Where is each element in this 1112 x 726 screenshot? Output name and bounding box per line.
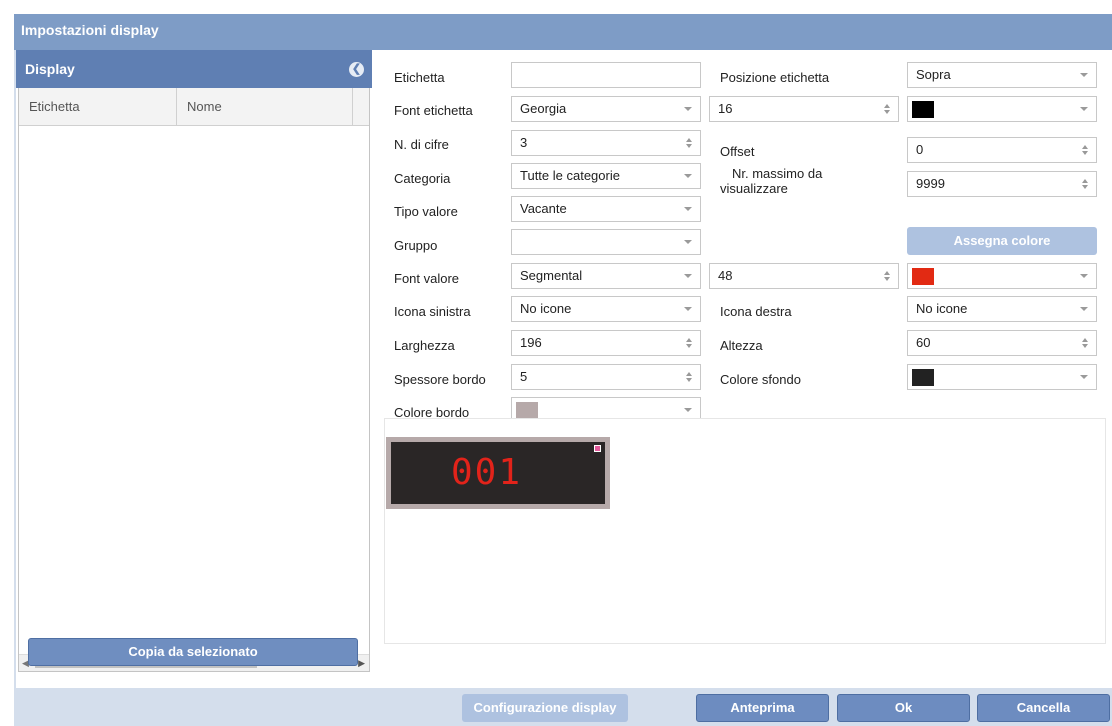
larghezza-stepper[interactable]: 196 (511, 330, 701, 356)
categoria-value: Tutte le categorie (520, 168, 620, 183)
font-etichetta-value: Georgia (520, 101, 567, 116)
spessore-bordo-label: Spessore bordo (394, 372, 486, 387)
categoria-dropdown[interactable]: Tutte le categorie (511, 163, 701, 189)
collapse-panel-icon[interactable]: ❮ (349, 62, 364, 77)
display-panel-title: Display (25, 61, 75, 77)
nr-massimo-label: Nr. massimo da visualizzare (720, 166, 822, 196)
preview-digits: 001 (451, 452, 523, 493)
font-valore-value: Segmental (520, 268, 583, 283)
altezza-label: Altezza (720, 338, 763, 353)
stepper-up-icon[interactable] (686, 372, 692, 376)
preview-button[interactable]: Anteprima (696, 694, 829, 722)
font-etichetta-size-stepper[interactable]: 16 (709, 96, 899, 122)
n-cifre-value: 3 (520, 135, 528, 150)
grid-header: Etichetta Nome (19, 88, 369, 126)
categoria-label: Categoria (394, 171, 451, 186)
icona-destra-value: No icone (916, 301, 968, 316)
larghezza-label: Larghezza (394, 338, 455, 353)
font-etichetta-label: Font etichetta (394, 103, 473, 118)
tipo-valore-value: Vacante (520, 201, 567, 216)
stepper-down-icon[interactable] (686, 144, 692, 148)
font-etichetta-size-value: 16 (718, 101, 733, 116)
stepper-up-icon[interactable] (884, 271, 890, 275)
window-title: Impostazioni display (14, 14, 1112, 50)
altezza-stepper[interactable]: 60 (907, 330, 1097, 356)
posizione-etichetta-dropdown[interactable]: Sopra (907, 62, 1097, 88)
nr-massimo-label-line2: visualizzare (720, 181, 788, 196)
colore-sfondo-label: Colore sfondo (720, 372, 801, 387)
altezza-value: 60 (916, 335, 931, 350)
stepper-down-icon[interactable] (884, 110, 890, 114)
scroll-right-icon[interactable]: ▶ (358, 658, 365, 669)
spessore-bordo-value: 5 (520, 369, 528, 384)
tipo-valore-label: Tipo valore (394, 204, 458, 219)
display-config-button[interactable]: Configurazione display (462, 694, 628, 722)
column-header-nome[interactable]: Nome (177, 88, 353, 126)
copy-from-selected-button[interactable]: Copia da selezionato (28, 638, 358, 666)
nr-massimo-value: 9999 (916, 176, 945, 191)
font-valore-label: Font valore (394, 271, 460, 286)
icona-destra-label: Icona destra (720, 304, 792, 319)
offset-stepper[interactable]: 0 (907, 137, 1097, 163)
settings-window: Impostazioni display Display ❮ Etichetta… (14, 14, 1112, 726)
display-grid: Etichetta Nome ◀ ▶ (18, 88, 370, 672)
etichetta-label: Etichetta (394, 70, 445, 85)
tipo-valore-dropdown[interactable]: Vacante (511, 196, 701, 222)
posizione-etichetta-label: Posizione etichetta (720, 70, 830, 85)
offset-value: 0 (916, 142, 924, 157)
display-list-panel: Display ❮ Etichetta Nome ◀ ▶ Copia da se… (16, 50, 372, 688)
stepper-up-icon[interactable] (686, 138, 692, 142)
display-preview: 001 (384, 418, 1106, 644)
spessore-bordo-stepper[interactable]: 5 (511, 364, 701, 390)
stepper-down-icon[interactable] (1082, 344, 1088, 348)
cancel-button[interactable]: Cancella (977, 694, 1110, 722)
stepper-up-icon[interactable] (1082, 338, 1088, 342)
column-header-etichetta[interactable]: Etichetta (19, 88, 177, 126)
icona-sinistra-value: No icone (520, 301, 572, 316)
font-etichetta-color-picker[interactable] (907, 96, 1097, 122)
posizione-etichetta-value: Sopra (916, 67, 951, 82)
gruppo-label: Gruppo (394, 238, 438, 253)
icona-destra-dropdown[interactable]: No icone (907, 296, 1097, 322)
stepper-up-icon[interactable] (1082, 145, 1088, 149)
stepper-down-icon[interactable] (884, 277, 890, 281)
font-etichetta-dropdown[interactable]: Georgia (511, 96, 701, 122)
larghezza-value: 196 (520, 335, 542, 350)
display-marker-icon (594, 445, 601, 452)
nr-massimo-label-line1: Nr. massimo da (732, 166, 823, 181)
ok-button[interactable]: Ok (837, 694, 970, 722)
font-valore-size-value: 48 (718, 268, 733, 283)
font-valore-size-stepper[interactable]: 48 (709, 263, 899, 289)
n-cifre-label: N. di cifre (394, 137, 449, 152)
preview-display-screen: 001 (391, 442, 605, 504)
nr-massimo-stepper[interactable]: 9999 (907, 171, 1097, 197)
gruppo-dropdown[interactable] (511, 229, 701, 255)
font-valore-color-picker[interactable] (907, 263, 1097, 289)
border-color-swatch (516, 402, 538, 419)
n-cifre-stepper[interactable]: 3 (511, 130, 701, 156)
stepper-up-icon[interactable] (1082, 179, 1088, 183)
font-valore-dropdown[interactable]: Segmental (511, 263, 701, 289)
settings-form-panel: Etichetta Posizione etichetta Sopra Font… (372, 50, 1112, 688)
stepper-up-icon[interactable] (686, 338, 692, 342)
stepper-up-icon[interactable] (884, 104, 890, 108)
stepper-down-icon[interactable] (686, 378, 692, 382)
stepper-down-icon[interactable] (1082, 151, 1088, 155)
background-color-swatch (912, 369, 934, 386)
etichetta-input[interactable] (511, 62, 701, 88)
assign-color-button[interactable]: Assegna colore (907, 227, 1097, 255)
value-color-swatch (912, 268, 934, 285)
stepper-down-icon[interactable] (1082, 185, 1088, 189)
offset-label: Offset (720, 144, 755, 159)
display-panel-header: Display ❮ (16, 50, 372, 88)
stepper-down-icon[interactable] (686, 344, 692, 348)
preview-display-frame: 001 (386, 437, 610, 509)
icona-sinistra-label: Icona sinistra (394, 304, 471, 319)
colore-sfondo-picker[interactable] (907, 364, 1097, 390)
label-color-swatch (912, 101, 934, 118)
icona-sinistra-dropdown[interactable]: No icone (511, 296, 701, 322)
